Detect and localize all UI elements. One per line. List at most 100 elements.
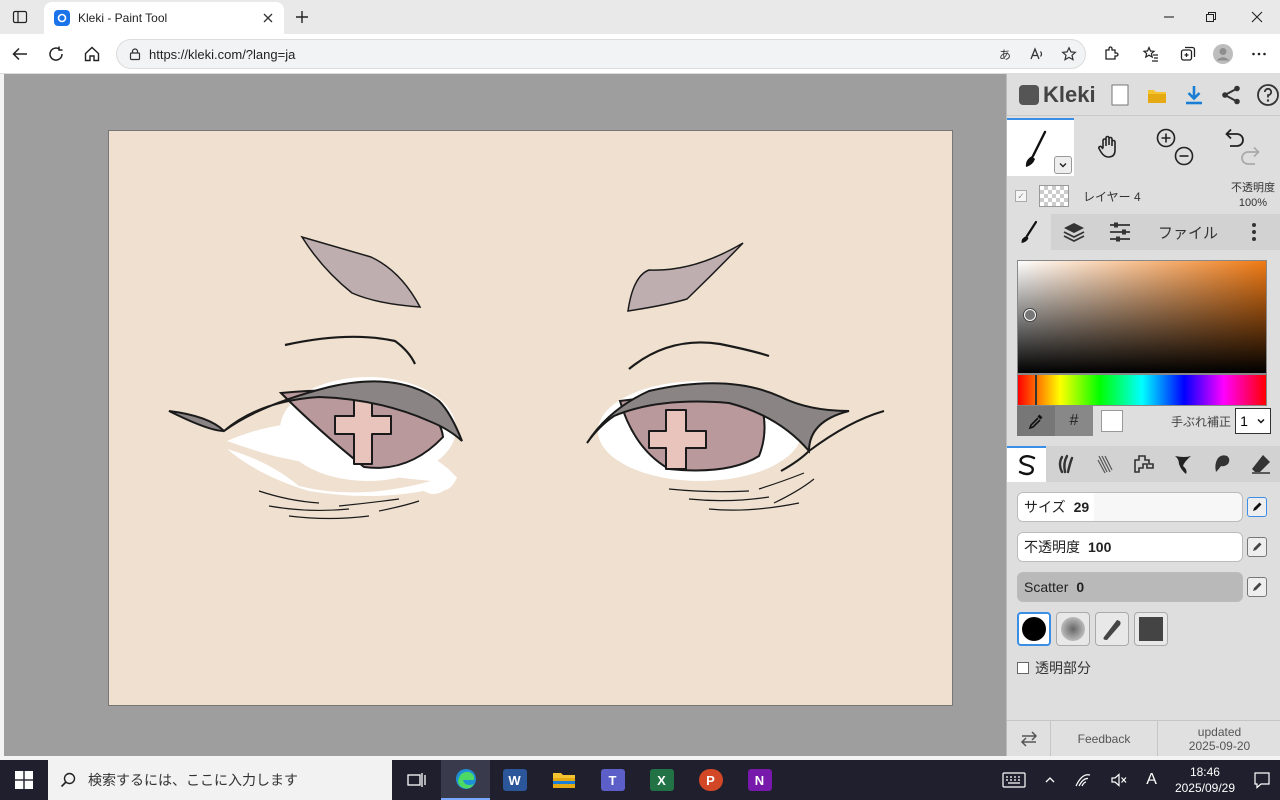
lock-alpha-label: 透明部分 — [1035, 660, 1091, 676]
tab-actions-button[interactable] — [8, 5, 32, 29]
favorites-button[interactable] — [1138, 41, 1164, 67]
brush-tip-options — [1017, 612, 1173, 646]
plus-icon — [296, 11, 308, 23]
system-tray: A 18:46 2025/09/29 — [993, 760, 1280, 800]
browser-tab-kleki[interactable]: Kleki - Paint Tool — [44, 2, 284, 34]
minimize-button[interactable] — [1146, 0, 1192, 34]
more-vertical-button[interactable] — [1233, 214, 1275, 250]
feedback-link[interactable]: Feedback — [1051, 721, 1158, 756]
canvas-workspace[interactable] — [4, 74, 1006, 756]
brush-sketchy[interactable] — [1085, 446, 1124, 482]
color-picker-handle[interactable] — [1024, 309, 1036, 321]
excel-icon: X — [649, 769, 674, 791]
secondary-color-swatch[interactable] — [1101, 410, 1123, 432]
profile-button[interactable] — [1210, 41, 1236, 67]
taskbar-search[interactable]: 検索するには、ここに入力します — [48, 760, 392, 800]
hue-slider-handle[interactable] — [1035, 375, 1037, 405]
collections-button[interactable] — [1175, 41, 1201, 67]
taskbar-excel[interactable]: X — [637, 760, 686, 800]
brush-pen[interactable] — [1007, 446, 1046, 482]
taskbar-edge[interactable] — [441, 760, 490, 800]
taskbar-file-explorer[interactable] — [539, 760, 588, 800]
brush-chemy[interactable] — [1163, 446, 1202, 482]
panel-header: Kleki — [1007, 74, 1280, 116]
swap-panel-side-button[interactable] — [1007, 721, 1051, 756]
tip-square[interactable] — [1134, 612, 1168, 646]
task-view-button[interactable] — [392, 760, 441, 800]
save-button[interactable] — [1176, 79, 1213, 111]
open-file-button[interactable] — [1139, 79, 1176, 111]
help-button[interactable] — [1250, 79, 1280, 111]
window-close-button[interactable] — [1234, 0, 1280, 34]
layers-icon — [1063, 223, 1085, 243]
tip-round-soft[interactable] — [1056, 612, 1090, 646]
brush-blend[interactable] — [1046, 446, 1085, 482]
opacity-pressure-toggle[interactable] — [1247, 537, 1267, 557]
lock-icon[interactable] — [121, 47, 149, 61]
taskbar-powerpoint[interactable]: P — [686, 760, 735, 800]
hidden-icons-button[interactable] — [1035, 760, 1065, 800]
kleki-favicon-icon — [54, 10, 70, 26]
back-button[interactable] — [7, 41, 33, 67]
kleki-logo[interactable]: Kleki — [1019, 82, 1096, 108]
eyedropper-button[interactable] — [1017, 406, 1055, 436]
read-aloud-icon[interactable] — [1021, 46, 1053, 62]
start-button[interactable] — [0, 760, 48, 800]
saturation-value-picker[interactable] — [1017, 260, 1267, 374]
browser-tab-bar: Kleki - Paint Tool — [0, 0, 1280, 34]
refresh-button[interactable] — [43, 41, 69, 67]
new-image-button[interactable] — [1102, 79, 1139, 111]
layer-visibility-checkbox[interactable]: ✓ — [1015, 190, 1027, 202]
tab-adjustments[interactable] — [1097, 214, 1143, 250]
share-button[interactable] — [1213, 79, 1250, 111]
translate-icon[interactable]: あ — [989, 46, 1021, 63]
taskbar-onenote[interactable]: N — [735, 760, 784, 800]
brush-pixel[interactable] — [1124, 446, 1163, 482]
opacity-slider[interactable]: 不透明度 100 — [1017, 532, 1243, 562]
taskbar-teams[interactable]: T — [588, 760, 637, 800]
updated-info[interactable]: updated 2025-09-20 — [1158, 721, 1280, 756]
taskbar-word[interactable]: W — [490, 760, 539, 800]
scatter-slider[interactable]: Scatter 0 — [1017, 572, 1243, 602]
hand-icon — [1097, 135, 1116, 158]
lock-alpha-checkbox[interactable] — [1017, 662, 1029, 674]
tab-close-button[interactable] — [258, 8, 278, 28]
tab-layers[interactable] — [1051, 214, 1097, 250]
brush-smudge[interactable] — [1202, 446, 1241, 482]
hex-input-button[interactable]: # — [1055, 406, 1093, 436]
stabilizer-select[interactable]: 1 — [1235, 408, 1272, 434]
search-placeholder: 検索するには、ここに入力します — [88, 772, 298, 788]
new-tab-button[interactable] — [290, 5, 314, 29]
network-button[interactable] — [1065, 760, 1101, 800]
volume-button[interactable] — [1101, 760, 1137, 800]
tab-brush[interactable] — [1007, 214, 1051, 250]
right-crease — [628, 341, 770, 370]
lock-alpha-option[interactable]: 透明部分 — [1017, 658, 1091, 678]
hand-tool-button[interactable] — [1074, 118, 1141, 176]
ime-indicator[interactable]: A — [1137, 760, 1166, 800]
home-button[interactable] — [79, 41, 105, 67]
scatter-pressure-toggle[interactable] — [1247, 577, 1267, 597]
favorite-star-icon[interactable] — [1053, 46, 1085, 62]
restore-button[interactable] — [1188, 0, 1234, 34]
layer-preview[interactable]: ✓ レイヤー 4 不透明度 100% — [1007, 178, 1280, 214]
brush-eraser[interactable] — [1241, 446, 1280, 482]
hue-slider[interactable] — [1017, 374, 1267, 406]
tab-file[interactable]: ファイル — [1143, 214, 1233, 250]
drawing-canvas[interactable] — [108, 130, 953, 706]
address-bar[interactable]: https://kleki.com/?lang=ja あ — [116, 39, 1086, 69]
brush-tool-button[interactable] — [1007, 118, 1074, 176]
more-button[interactable] — [1246, 41, 1272, 67]
size-slider[interactable]: サイズ 29 — [1017, 492, 1243, 522]
tip-round-hard[interactable] — [1017, 612, 1051, 646]
brush-dropdown-button[interactable] — [1054, 156, 1072, 174]
clock[interactable]: 18:46 2025/09/29 — [1166, 760, 1244, 800]
size-pressure-toggle[interactable] — [1247, 497, 1267, 517]
touch-keyboard-button[interactable] — [993, 760, 1035, 800]
url-text[interactable]: https://kleki.com/?lang=ja — [149, 47, 989, 62]
tip-chisel[interactable] — [1095, 612, 1129, 646]
square-tip-icon — [1139, 617, 1163, 641]
tool-panel: Kleki ✓ レイヤー 4 不透明度 100% ファイル # 手ぶれ補正 1 … — [1006, 74, 1280, 756]
notifications-button[interactable] — [1244, 760, 1280, 800]
extensions-button[interactable] — [1098, 41, 1124, 67]
